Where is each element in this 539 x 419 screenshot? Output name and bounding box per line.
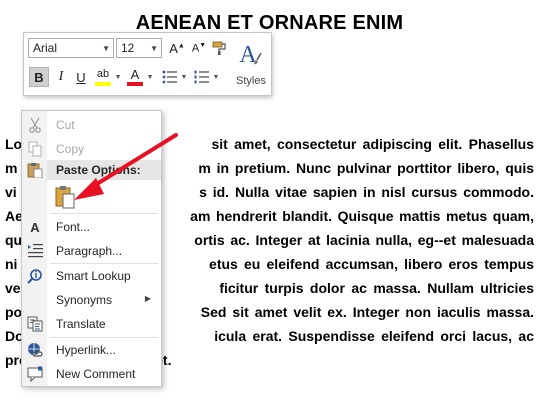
styles-label: Styles <box>236 74 266 87</box>
smart-lookup-icon <box>27 268 43 284</box>
menu-item-paragraph[interactable]: Paragraph... <box>22 240 161 262</box>
menu-item-hyperlink[interactable]: Hyperlink... <box>22 339 161 361</box>
grow-font-icon: A▲ <box>169 40 185 56</box>
chevron-down-icon: ▼ <box>114 73 122 81</box>
numbering-button[interactable] <box>192 67 212 87</box>
chevron-down-icon: ▼ <box>146 73 154 81</box>
shrink-font-button[interactable]: A▼ <box>189 38 209 58</box>
comment-icon <box>27 366 43 382</box>
font-color-button[interactable]: A <box>125 66 145 88</box>
menu-item-smart-lookup[interactable]: Smart Lookup <box>22 265 161 287</box>
format-painter-button[interactable] <box>210 38 230 58</box>
context-menu: Cut Copy Paste Options: A Font... Paragr… <box>21 110 162 387</box>
font-color-icon: A <box>130 67 140 82</box>
menu-item-label: Font... <box>56 220 91 234</box>
highlight-dropdown[interactable]: ▼ <box>114 71 122 83</box>
menu-separator <box>50 213 158 214</box>
paintbrush-icon <box>253 52 262 64</box>
bullets-icon <box>162 70 177 84</box>
bullets-button[interactable] <box>160 67 180 87</box>
menu-item-new-comment[interactable]: New Comment <box>22 363 161 385</box>
clipboard-icon <box>27 162 43 181</box>
chevron-down-icon: ▼ <box>212 73 220 81</box>
font-name-value: Arial <box>33 41 58 55</box>
font-name-combo[interactable]: Arial ▼ <box>28 38 114 58</box>
menu-item-label: Synonyms <box>56 293 113 307</box>
shrink-font-icon: A▼ <box>191 41 207 55</box>
italic-label: I <box>58 69 64 84</box>
menu-item-label: Paragraph... <box>56 244 123 258</box>
italic-button[interactable]: I <box>51 67 71 87</box>
chevron-down-icon: ▼ <box>102 43 110 53</box>
font-size-combo[interactable]: 12 ▼ <box>116 38 162 58</box>
bullets-dropdown[interactable]: ▼ <box>180 71 188 83</box>
menu-item-label: Copy <box>56 142 85 156</box>
menu-item-copy[interactable]: Copy <box>22 138 161 160</box>
format-painter-icon <box>212 41 226 55</box>
copy-icon <box>27 141 43 157</box>
numbering-dropdown[interactable]: ▼ <box>212 71 220 83</box>
font-size-value: 12 <box>121 41 135 55</box>
menu-item-label: Smart Lookup <box>56 269 131 283</box>
scissors-icon <box>27 117 43 133</box>
font-color-dropdown[interactable]: ▼ <box>146 71 154 83</box>
menu-item-label: New Comment <box>56 367 136 381</box>
numbering-icon <box>194 70 209 84</box>
hyperlink-icon <box>27 342 43 358</box>
chevron-down-icon: ▼ <box>180 73 188 81</box>
underline-icon: U <box>76 69 86 85</box>
paste-options-label: Paste Options: <box>56 163 141 177</box>
menu-item-synonyms[interactable]: Synonyms ▶ <box>22 289 161 311</box>
translate-icon <box>27 316 43 332</box>
mini-toolbar: Arial ▼ 12 ▼ A▲ A▼ A Styles B I U ab ▼ A… <box>23 32 272 96</box>
bold-label: B <box>34 69 44 85</box>
menu-item-label: Cut <box>56 118 75 132</box>
underline-button[interactable]: U <box>71 67 91 87</box>
menu-item-label: Translate <box>56 317 106 331</box>
paragraph-icon <box>27 243 43 259</box>
paste-keep-text-only-button[interactable] <box>52 184 78 210</box>
font-icon: A <box>30 219 40 235</box>
bold-button[interactable]: B <box>29 67 49 87</box>
styles-button[interactable]: A Styles <box>232 34 270 94</box>
menu-item-label: Hyperlink... <box>56 343 117 357</box>
menu-item-cut[interactable]: Cut <box>22 114 161 136</box>
chevron-down-icon: ▼ <box>150 43 158 53</box>
submenu-arrow-icon: ▶ <box>144 294 151 303</box>
menu-item-translate[interactable]: Translate <box>22 313 161 335</box>
menu-item-font[interactable]: A Font... <box>22 216 161 238</box>
font-color-swatch <box>127 82 143 86</box>
menu-separator <box>50 263 158 264</box>
highlighter-icon: ab <box>96 67 110 80</box>
highlight-button[interactable]: ab <box>92 66 114 88</box>
paste-keep-text-icon <box>55 186 75 209</box>
menu-separator <box>50 337 158 338</box>
grow-font-button[interactable]: A▲ <box>167 38 187 58</box>
highlight-color-swatch <box>95 81 111 86</box>
